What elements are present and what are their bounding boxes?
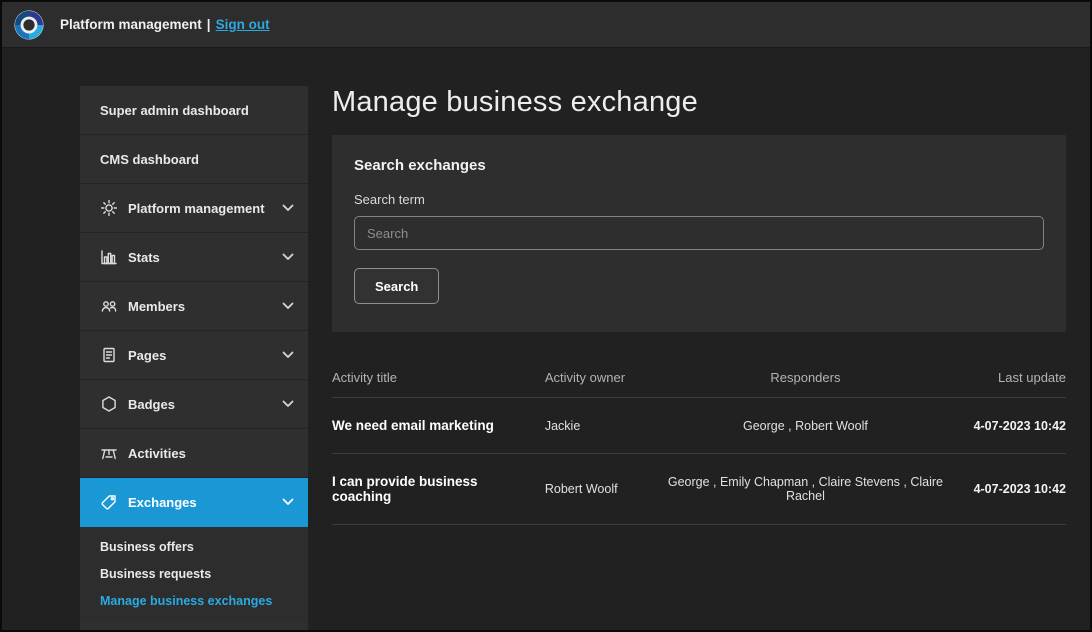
header-responders: Responders xyxy=(662,366,948,398)
chevron-down-icon xyxy=(282,498,294,506)
search-input[interactable] xyxy=(354,216,1044,250)
search-card: Search exchanges Search term Search xyxy=(332,135,1066,332)
sidebar-item-super-admin-dashboard[interactable]: Super admin dashboard xyxy=(80,86,308,135)
sidebar-item-platform-management[interactable]: Platform management xyxy=(80,184,308,233)
search-button[interactable]: Search xyxy=(354,268,439,304)
chevron-down-icon xyxy=(282,253,294,261)
gear-icon xyxy=(100,199,118,217)
sidebar-item-label: CMS dashboard xyxy=(100,152,199,167)
document-icon xyxy=(100,346,118,364)
cell-last-update: 4-07-2023 10:42 xyxy=(949,454,1066,525)
app-logo-icon[interactable] xyxy=(14,10,44,40)
sidebar-item-members[interactable]: Members xyxy=(80,282,308,331)
sign-out-link[interactable]: Sign out xyxy=(216,17,270,32)
header-activity-title: Activity title xyxy=(332,366,545,398)
topbar-title: Platform management xyxy=(60,17,202,32)
sidebar-item-activities[interactable]: Activities xyxy=(80,429,308,478)
header-activity-owner: Activity owner xyxy=(545,366,662,398)
sidebar-item-label: Activities xyxy=(128,446,186,461)
sidebar-subitem-manage-business-exchanges[interactable]: Manage business exchanges xyxy=(80,587,308,614)
sidebar-subitem-label: Business offers xyxy=(100,540,194,554)
sidebar-item-label: Badges xyxy=(128,397,175,412)
search-term-label: Search term xyxy=(354,192,1044,207)
cell-last-update: 4-07-2023 10:42 xyxy=(949,398,1066,454)
sidebar-item-label: Stats xyxy=(128,250,160,265)
sidebar-item-label: Pages xyxy=(128,348,166,363)
chevron-down-icon xyxy=(282,351,294,359)
sidebar-item-label: Platform management xyxy=(128,201,265,216)
header-last-update: Last update xyxy=(949,366,1066,398)
sidebar-item-cms-dashboard[interactable]: CMS dashboard xyxy=(80,135,308,184)
content: Super admin dashboard CMS dashboard Plat… xyxy=(80,86,1066,632)
exchanges-submenu: Business offers Business requests Manage… xyxy=(80,527,308,622)
sidebar-item-challenges[interactable]: Challenges xyxy=(80,622,308,632)
exchanges-tag-icon xyxy=(100,493,118,511)
cell-responders: George , Robert Woolf xyxy=(662,398,948,454)
cell-activity-owner: Jackie xyxy=(545,398,662,454)
sidebar-item-badges[interactable]: Badges xyxy=(80,380,308,429)
activities-icon xyxy=(100,444,118,462)
bar-chart-icon xyxy=(100,248,118,266)
sidebar-subitem-label: Business requests xyxy=(100,567,211,581)
sidebar-item-exchanges[interactable]: Exchanges xyxy=(80,478,308,527)
sidebar-item-stats[interactable]: Stats xyxy=(80,233,308,282)
main-content: Manage business exchange Search exchange… xyxy=(332,86,1066,632)
sidebar-subitem-business-requests[interactable]: Business requests xyxy=(80,560,308,587)
table-row[interactable]: We need email marketing Jackie George , … xyxy=(332,398,1066,454)
topbar: Platform management | Sign out xyxy=(2,2,1090,48)
table-row[interactable]: I can provide business coaching Robert W… xyxy=(332,454,1066,525)
members-icon xyxy=(100,297,118,315)
cell-activity-title: We need email marketing xyxy=(332,398,545,454)
hexagon-badge-icon xyxy=(100,395,118,413)
sidebar-item-label: Super admin dashboard xyxy=(100,103,249,118)
sidebar-item-label: Members xyxy=(128,299,185,314)
chevron-down-icon xyxy=(282,302,294,310)
sidebar-subitem-label: Manage business exchanges xyxy=(100,594,272,608)
sidebar-item-pages[interactable]: Pages xyxy=(80,331,308,380)
cell-activity-owner: Robert Woolf xyxy=(545,454,662,525)
chevron-down-icon xyxy=(282,204,294,212)
cell-activity-title: I can provide business coaching xyxy=(332,454,545,525)
page: Platform management | Sign out Super adm… xyxy=(0,0,1092,632)
table-header-row: Activity title Activity owner Responders… xyxy=(332,366,1066,398)
topbar-separator: | xyxy=(207,17,211,32)
chevron-down-icon xyxy=(282,400,294,408)
sidebar: Super admin dashboard CMS dashboard Plat… xyxy=(80,86,308,632)
page-title: Manage business exchange xyxy=(332,86,1066,119)
sidebar-subitem-business-offers[interactable]: Business offers xyxy=(80,533,308,560)
search-card-heading: Search exchanges xyxy=(354,157,1044,174)
exchanges-table: Activity title Activity owner Responders… xyxy=(332,366,1066,525)
results-table-section: Activity title Activity owner Responders… xyxy=(332,366,1066,525)
cell-responders: George , Emily Chapman , Claire Stevens … xyxy=(662,454,948,525)
sidebar-item-label: Exchanges xyxy=(128,495,197,510)
